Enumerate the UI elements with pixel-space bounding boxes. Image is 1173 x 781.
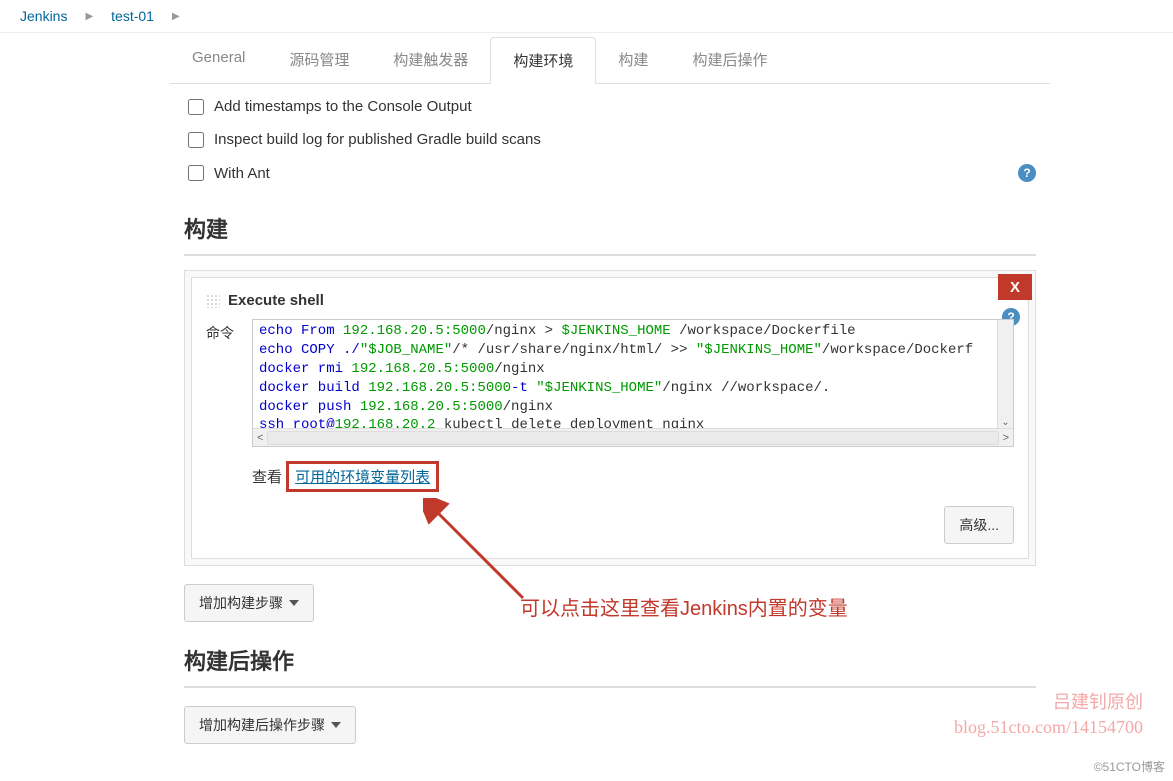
chevron-down-icon (331, 722, 341, 728)
add-post-build-button[interactable]: 增加构建后操作步骤 (184, 706, 356, 744)
tab-build-env[interactable]: 构建环境 (490, 37, 596, 84)
section-build-title: 构建 (184, 212, 1036, 256)
footer-watermark: ©51CTO博客 (1094, 758, 1165, 775)
add-build-step-button[interactable]: 增加构建步骤 (184, 584, 314, 622)
tab-scm[interactable]: 源码管理 (267, 37, 371, 83)
breadcrumb-job[interactable]: test-01 (111, 8, 154, 24)
section-post-title: 构建后操作 (184, 644, 1036, 688)
command-label: 命令 (206, 319, 242, 343)
help-icon[interactable]: ? (1018, 164, 1036, 182)
annotation-text: 可以点击这里查看Jenkins内置的变量 (520, 592, 848, 621)
checkbox-timestamps[interactable] (188, 99, 204, 115)
checkbox-with-ant[interactable] (188, 165, 204, 181)
env-link-prefix: 查看 (252, 469, 286, 486)
checkbox-gradle-scan[interactable] (188, 132, 204, 148)
env-variables-link[interactable]: 可用的环境变量列表 (286, 461, 439, 492)
shell-command-input[interactable]: echo From 192.168.20.5:5000/nginx > $JEN… (252, 319, 1014, 447)
tab-build[interactable]: 构建 (596, 37, 670, 83)
tab-post[interactable]: 构建后操作 (670, 37, 789, 83)
build-step: X ? Execute shell 命令 echo From 192.168.2… (184, 270, 1036, 566)
chevron-right-icon: ▶ (172, 11, 180, 22)
tab-triggers[interactable]: 构建触发器 (371, 37, 490, 83)
breadcrumb: Jenkins ▶ test-01 ▶ (0, 0, 1173, 33)
checkbox-timestamps-label: Add timestamps to the Console Output (214, 98, 472, 115)
delete-step-button[interactable]: X (998, 274, 1032, 300)
breadcrumb-home[interactable]: Jenkins (20, 8, 67, 24)
advanced-button[interactable]: 高级... (944, 506, 1014, 544)
watermark: 吕建钊原创 blog.51cto.com/14154700 (954, 690, 1143, 740)
chevron-right-icon: ▶ (85, 11, 93, 22)
step-title: Execute shell (228, 292, 324, 309)
scrollbar-horizontal[interactable]: <> (253, 428, 1013, 446)
checkbox-with-ant-label: With Ant (214, 165, 270, 182)
tab-general[interactable]: General (170, 37, 267, 83)
scrollbar-vertical[interactable]: ⌄ (997, 320, 1013, 428)
drag-handle-icon[interactable] (206, 294, 220, 308)
chevron-down-icon (289, 600, 299, 606)
config-tabs: General 源码管理 构建触发器 构建环境 构建 构建后操作 (170, 37, 1050, 84)
checkbox-gradle-scan-label: Inspect build log for published Gradle b… (214, 131, 541, 148)
